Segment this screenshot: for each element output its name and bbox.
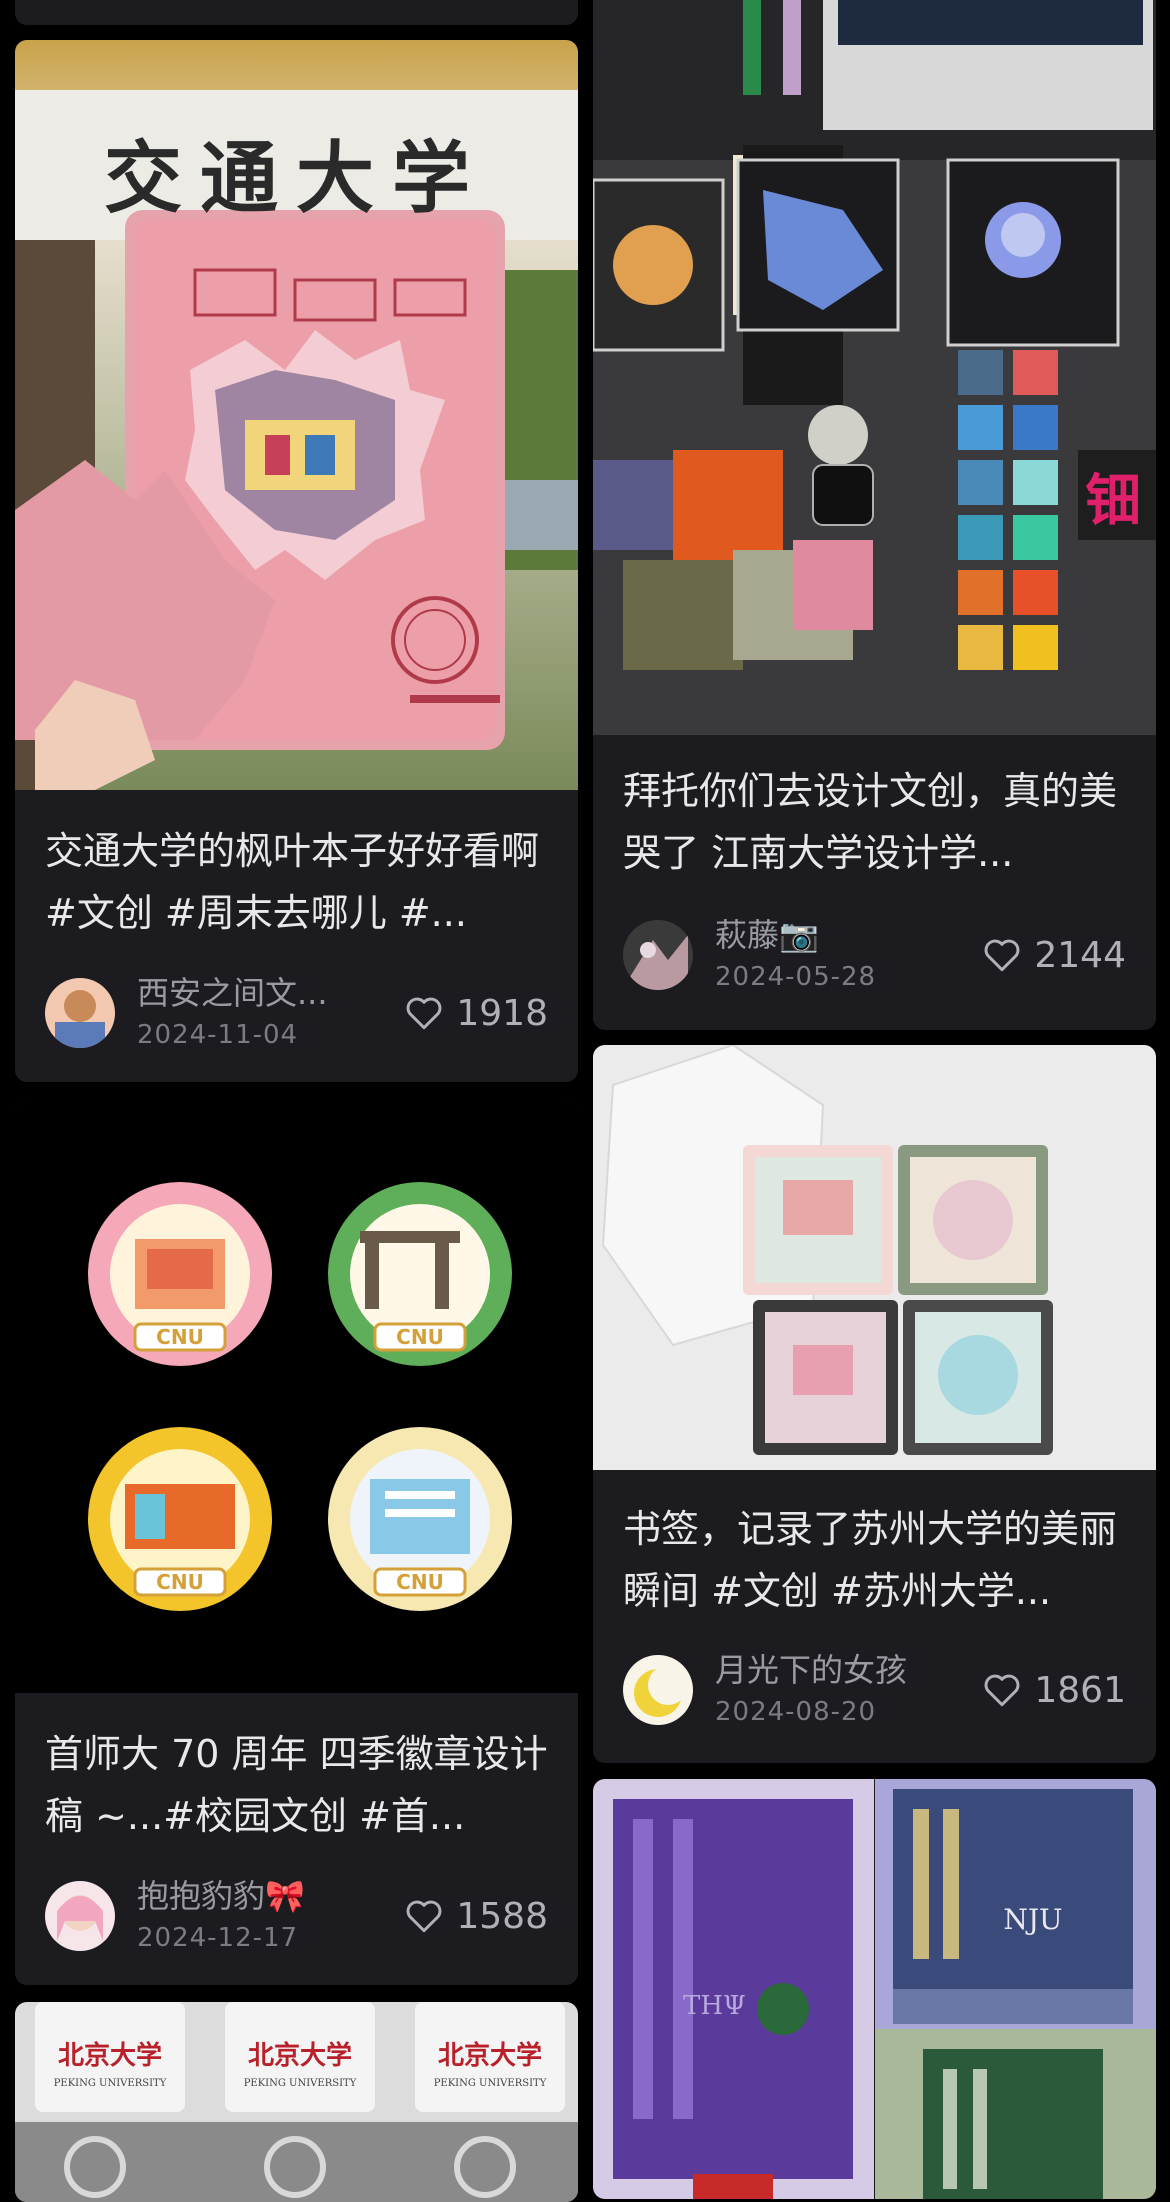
badge-label: CNU	[156, 1325, 204, 1349]
author-avatar[interactable]	[623, 920, 693, 990]
like-count: 1588	[456, 1895, 548, 1937]
post-card[interactable]: 钿 拜托你们去设计文创，真的美哭了 江南大学设计学... 萩藤📷 2024-05…	[593, 0, 1156, 1030]
post-card[interactable]: 北京大学 北京大学 北京大学 PEKING UNIVERSITY PEKING …	[15, 2002, 578, 2202]
like-count: 2144	[1034, 934, 1126, 976]
badge-designs: CNU CNU CNU CNU	[15, 1099, 578, 1693]
like-button[interactable]: 1861	[982, 1665, 1126, 1715]
tag-text: 北京大学	[58, 2040, 162, 2071]
like-button[interactable]: 1918	[404, 988, 548, 1038]
like-button[interactable]: 1588	[404, 1891, 548, 1941]
post-title[interactable]: 首师大 70 周年 四季徽章设计稿 ~...#校园文创 #首...	[45, 1723, 548, 1847]
notebook-photo: 交通大学	[15, 40, 578, 790]
badge-label: CNU	[396, 1570, 444, 1594]
post-date: 2024-08-20	[715, 1697, 877, 1727]
like-count: 1918	[456, 992, 548, 1034]
post-meta: 抱抱豹豹🎀 2024-12-17 1588	[45, 1875, 548, 1955]
post-date: 2024-11-04	[137, 1020, 299, 1050]
heart-outline-icon	[984, 1674, 1020, 1707]
post-date: 2024-05-28	[715, 962, 877, 992]
author-avatar[interactable]	[45, 1881, 115, 1951]
author-name[interactable]: 抱抱豹豹🎀	[137, 1875, 305, 1917]
svg-text:钿: 钿	[1085, 469, 1141, 534]
post-title[interactable]: 拜托你们去设计文创，真的美哭了 江南大学设计学...	[623, 760, 1126, 884]
tag-subtext: PEKING UNIVERSITY	[54, 2078, 167, 2089]
post-card[interactable]: CNU CNU CNU CNU 首师大 70 周年 四季徽章设计稿 ~...#校…	[15, 1099, 578, 1985]
bookmarks-photo	[593, 1045, 1156, 1470]
heart-outline-icon	[406, 997, 442, 1030]
post-card[interactable]: 书签，记录了苏州大学的美丽瞬间 #文创 #苏州大学... 月光下的女孩 2024…	[593, 1045, 1156, 1763]
post-title[interactable]: 书签，记录了苏州大学的美丽瞬间 #文创 #苏州大学...	[623, 1498, 1126, 1622]
badge-label: CNU	[396, 1325, 444, 1349]
author-avatar[interactable]	[623, 1655, 693, 1725]
author-avatar[interactable]	[45, 978, 115, 1048]
post-title[interactable]: 交通大学的枫叶本子好好看啊 #文创 #周末去哪儿 #...	[45, 820, 548, 944]
scarves-photo: ΤΗΨ NJU	[593, 1779, 1156, 2199]
post-image[interactable]: 钿	[593, 0, 1156, 735]
heart-outline-icon	[406, 1900, 442, 1933]
products-photo: 钿	[593, 0, 1156, 735]
image-signboard-text: 交通大学	[104, 133, 488, 224]
tag-subtext: PEKING UNIVERSITY	[244, 2078, 357, 2089]
post-image[interactable]	[593, 1045, 1156, 1470]
like-count: 1861	[1034, 1669, 1126, 1711]
post-meta: 西安之间文... 2024-11-04 1918	[45, 972, 548, 1052]
previous-card-edge[interactable]	[15, 0, 578, 25]
author-name[interactable]: 西安之间文...	[137, 972, 328, 1014]
post-image[interactable]: CNU CNU CNU CNU	[15, 1099, 578, 1693]
post-date: 2024-12-17	[137, 1923, 299, 1953]
tag-text: 北京大学	[438, 2040, 542, 2071]
post-meta: 萩藤📷 2024-05-28 2144	[623, 914, 1126, 994]
post-card[interactable]: ΤΗΨ NJU	[593, 1779, 1156, 2199]
svg-text:ΤΗΨ: ΤΗΨ	[683, 1991, 746, 2021]
post-image[interactable]: 交通大学	[15, 40, 578, 790]
post-image[interactable]: ΤΗΨ NJU	[593, 1779, 1156, 2199]
souvenir-tags-photo: 北京大学 北京大学 北京大学 PEKING UNIVERSITY PEKING …	[15, 2002, 578, 2202]
badge-label: CNU	[156, 1570, 204, 1594]
author-name[interactable]: 月光下的女孩	[715, 1649, 907, 1691]
tag-subtext: PEKING UNIVERSITY	[434, 2078, 547, 2089]
post-meta: 月光下的女孩 2024-08-20 1861	[623, 1649, 1126, 1729]
like-button[interactable]: 2144	[982, 930, 1126, 980]
post-image[interactable]: 北京大学 北京大学 北京大学 PEKING UNIVERSITY PEKING …	[15, 2002, 578, 2202]
post-card[interactable]: 交通大学 交通大学的枫叶本子好好看啊 #文创 #周末去哪儿 #... 西安之间文…	[15, 40, 578, 1082]
heart-outline-icon	[984, 939, 1020, 972]
scarf-text: NJU	[1003, 1903, 1062, 1936]
tag-text: 北京大学	[248, 2040, 352, 2071]
author-name[interactable]: 萩藤📷	[715, 914, 819, 956]
